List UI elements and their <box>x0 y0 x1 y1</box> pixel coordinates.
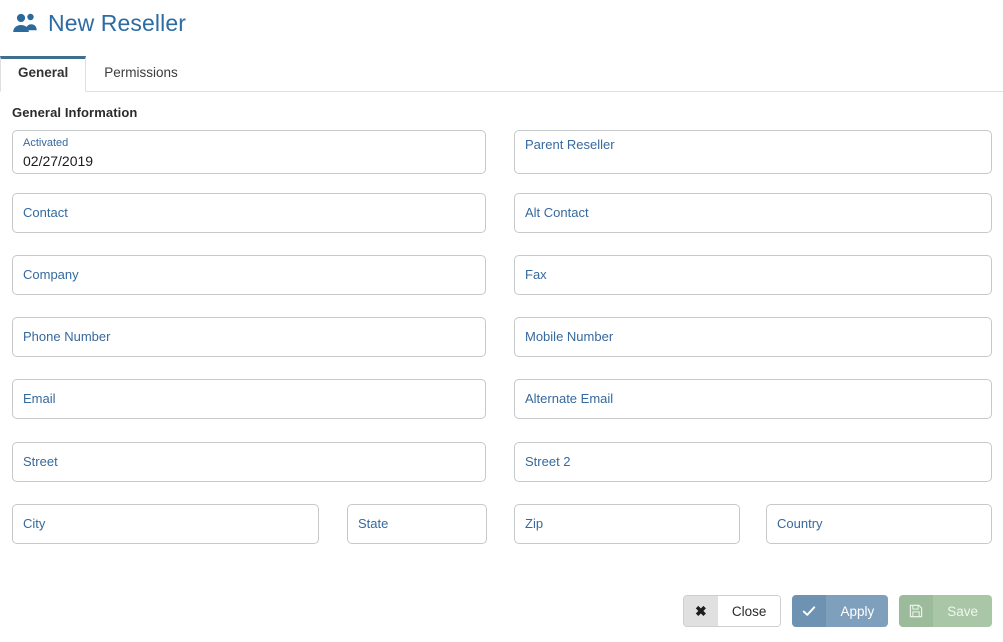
section-title-general-information: General Information <box>12 105 138 120</box>
check-icon <box>792 595 827 627</box>
field-phone-number[interactable]: Phone Number <box>12 317 486 357</box>
field-alternate-email-placeholder: Alternate Email <box>525 390 614 406</box>
field-contact-placeholder: Contact <box>23 204 68 220</box>
field-alt-contact[interactable]: Alt Contact <box>514 193 992 233</box>
apply-button-label: Apply <box>826 595 889 627</box>
field-country-placeholder: Country <box>777 515 823 531</box>
close-button[interactable]: ✖ Close <box>682 595 782 627</box>
field-fax-placeholder: Fax <box>525 266 547 282</box>
field-zip[interactable]: Zip <box>514 504 740 544</box>
page-header: New Reseller <box>12 6 186 40</box>
tab-permissions[interactable]: Permissions <box>86 56 196 92</box>
field-state[interactable]: State <box>347 504 487 544</box>
save-button[interactable]: Save <box>899 595 992 627</box>
page-title: New Reseller <box>48 9 186 36</box>
field-state-placeholder: State <box>358 515 389 531</box>
field-street-placeholder: Street <box>23 453 58 469</box>
field-city-placeholder: City <box>23 515 46 531</box>
field-activated-value: 02/27/2019 <box>23 152 94 169</box>
field-alternate-email[interactable]: Alternate Email <box>514 379 992 419</box>
field-mobile-number[interactable]: Mobile Number <box>514 317 992 357</box>
field-mobile-number-placeholder: Mobile Number <box>525 328 614 344</box>
field-street2[interactable]: Street 2 <box>514 442 992 482</box>
field-email-placeholder: Email <box>23 390 56 406</box>
tab-general[interactable]: General <box>0 56 87 92</box>
field-alt-contact-placeholder: Alt Contact <box>525 204 589 220</box>
field-phone-number-placeholder: Phone Number <box>23 328 111 344</box>
new-reseller-page: New Reseller General Permissions General… <box>0 0 1003 642</box>
field-zip-placeholder: Zip <box>525 515 544 531</box>
field-company-placeholder: Company <box>23 266 79 282</box>
floppy-disk-icon <box>899 595 934 627</box>
field-fax[interactable]: Fax <box>514 255 992 295</box>
field-country[interactable]: Country <box>766 504 992 544</box>
field-email[interactable]: Email <box>12 379 486 419</box>
field-city[interactable]: City <box>12 504 319 544</box>
field-parent-reseller-placeholder: Parent Reseller <box>525 137 615 152</box>
field-company[interactable]: Company <box>12 255 486 295</box>
close-button-label: Close <box>717 596 781 626</box>
field-activated[interactable]: Activated 02/27/2019 <box>12 130 486 174</box>
form-action-bar: ✖ Close Apply Save <box>682 595 992 627</box>
field-street[interactable]: Street <box>12 442 486 482</box>
field-parent-reseller[interactable]: Parent Reseller <box>514 130 992 174</box>
save-button-label: Save <box>933 595 992 627</box>
users-icon <box>12 12 38 34</box>
field-activated-label: Activated <box>23 137 69 149</box>
tab-strip: General Permissions <box>0 56 1003 92</box>
field-contact[interactable]: Contact <box>12 193 486 233</box>
field-street2-placeholder: Street 2 <box>525 453 571 469</box>
close-x-icon: ✖ <box>683 596 718 626</box>
apply-button[interactable]: Apply <box>792 595 889 627</box>
